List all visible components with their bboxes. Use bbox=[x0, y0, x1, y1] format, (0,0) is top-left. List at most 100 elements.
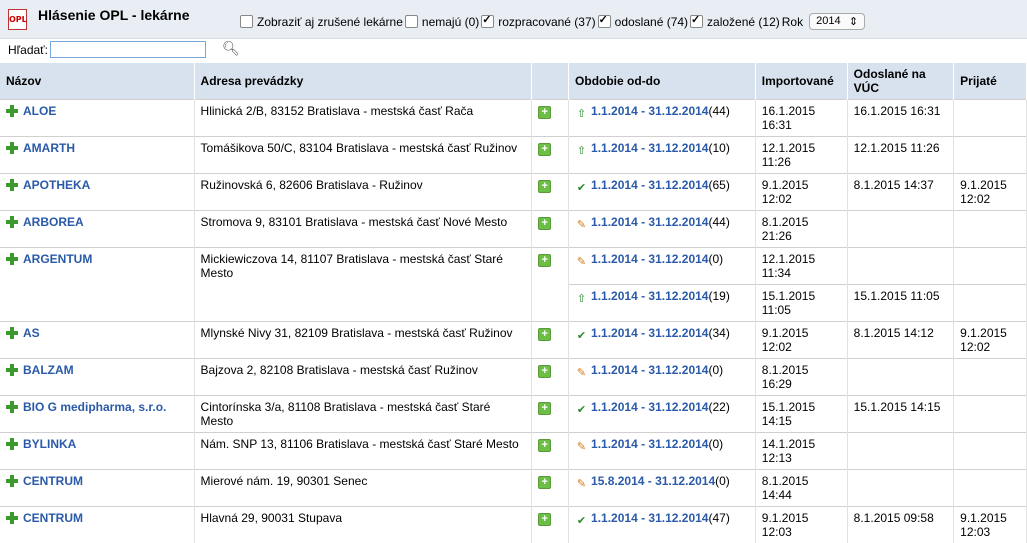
period-link[interactable]: 1.1.2014 - 31.12.2014 bbox=[591, 363, 708, 377]
cell-imported: 12.1.2015 11:34 bbox=[755, 248, 847, 285]
search-input[interactable] bbox=[50, 41, 206, 58]
cell-period: ✎15.8.2014 - 31.12.2014(0) bbox=[569, 470, 756, 507]
cell-address: Nám. SNP 13, 81106 Bratislava - mestská … bbox=[194, 433, 532, 470]
cell-received bbox=[954, 433, 1027, 470]
period-count: (47) bbox=[708, 511, 729, 525]
filter-checkbox-created[interactable] bbox=[690, 15, 703, 28]
filter-checkbox-sent[interactable] bbox=[598, 15, 611, 28]
period-link[interactable]: 1.1.2014 - 31.12.2014 bbox=[591, 252, 708, 266]
plus-icon bbox=[6, 512, 18, 524]
filter-checkbox-cancelled[interactable] bbox=[240, 15, 253, 28]
period-link[interactable]: 1.1.2014 - 31.12.2014 bbox=[591, 326, 708, 340]
period-count: (34) bbox=[708, 326, 729, 340]
cell-received bbox=[954, 396, 1027, 433]
add-report-button[interactable]: + bbox=[538, 439, 551, 452]
add-report-button[interactable]: + bbox=[538, 180, 551, 193]
add-report-button[interactable]: + bbox=[538, 254, 551, 267]
pharmacy-name-link[interactable]: CENTRUM bbox=[23, 474, 83, 488]
pharmacy-name-link[interactable]: ARGENTUM bbox=[23, 252, 92, 266]
plus-icon bbox=[6, 142, 18, 154]
cell-period: ✎1.1.2014 - 31.12.2014(0) bbox=[569, 248, 756, 285]
period-link[interactable]: 1.1.2014 - 31.12.2014 bbox=[591, 511, 708, 525]
add-report-button[interactable]: + bbox=[538, 402, 551, 415]
table-row: ALOE Hlinická 2/B, 83152 Bratislava - mes… bbox=[0, 100, 1027, 137]
filter-checkbox-in-progress[interactable] bbox=[481, 15, 494, 28]
cell-received: 9.1.2015 12:03 bbox=[954, 507, 1027, 543]
column-header-period[interactable]: Obdobie od-do bbox=[569, 63, 756, 100]
period-link[interactable]: 1.1.2014 - 31.12.2014 bbox=[591, 178, 708, 192]
period-link[interactable]: 1.1.2014 - 31.12.2014 bbox=[591, 215, 708, 229]
table-row: CENTRUMHlavná 29, 90031 Stupava+✔1.1.201… bbox=[0, 507, 1027, 543]
cell-imported: 9.1.2015 12:02 bbox=[755, 174, 847, 211]
add-report-button[interactable]: + bbox=[538, 143, 551, 156]
add-report-button[interactable]: + bbox=[538, 365, 551, 378]
edit-report-icon: ✎ bbox=[575, 219, 588, 231]
cell-action: + bbox=[532, 396, 569, 433]
cell-action: + bbox=[532, 211, 569, 248]
page-header: OPL Hlásenie OPL - lekárne Zobraziť aj z… bbox=[0, 0, 1027, 39]
cell-received bbox=[954, 285, 1027, 322]
year-select[interactable]: 2014 ⇕ bbox=[809, 13, 865, 30]
table-header-row: Názov Adresa prevádzky Obdobie od-do Imp… bbox=[0, 63, 1027, 100]
cell-received bbox=[954, 211, 1027, 248]
cell-period: ⇧1.1.2014 - 31.12.2014(19) bbox=[569, 285, 756, 322]
pharmacy-name-link[interactable]: ALOE bbox=[23, 104, 56, 118]
period-count: (0) bbox=[708, 363, 723, 377]
cell-period: ⇧1.1.2014 - 31.12.2014(44) bbox=[569, 100, 756, 137]
cell-received: 9.1.2015 12:02 bbox=[954, 322, 1027, 359]
cell-name: ARGENTUM bbox=[0, 248, 194, 322]
cell-sent: 12.1.2015 11:26 bbox=[847, 137, 953, 174]
search-icon[interactable]: 🔍︎ bbox=[222, 40, 240, 57]
cell-imported: 15.1.2015 14:15 bbox=[755, 396, 847, 433]
cell-received: 9.1.2015 12:02 bbox=[954, 174, 1027, 211]
cell-sent: 8.1.2015 09:58 bbox=[847, 507, 953, 543]
cell-address: Ružinovská 6, 82606 Bratislava - Ružinov bbox=[194, 174, 532, 211]
filter-checkbox-none[interactable] bbox=[405, 15, 418, 28]
pharmacy-name-link[interactable]: APOTHEKA bbox=[23, 178, 90, 192]
column-header-address[interactable]: Adresa prevádzky bbox=[194, 63, 532, 100]
pharmacy-name-link[interactable]: BIO G medipharma, s.r.o. bbox=[23, 400, 166, 414]
column-header-imported[interactable]: Importované bbox=[755, 63, 847, 100]
filter-label-in-progress: rozpracované (37) bbox=[498, 15, 595, 29]
period-link[interactable]: 1.1.2014 - 31.12.2014 bbox=[591, 400, 708, 414]
cell-imported: 12.1.2015 11:26 bbox=[755, 137, 847, 174]
plus-icon bbox=[6, 179, 18, 191]
column-header-name[interactable]: Názov bbox=[0, 63, 194, 100]
pharmacy-name-link[interactable]: BALZAM bbox=[23, 363, 74, 377]
period-link[interactable]: 15.8.2014 - 31.12.2014 bbox=[591, 474, 715, 488]
cell-name: APOTHEKA bbox=[0, 174, 194, 211]
opl-logo: OPL bbox=[8, 9, 27, 30]
filter-bar: Zobraziť aj zrušené lekárne nemajú (0) r… bbox=[240, 13, 865, 30]
cell-address: Hlavná 29, 90031 Stupava bbox=[194, 507, 532, 543]
period-link[interactable]: 1.1.2014 - 31.12.2014 bbox=[591, 141, 708, 155]
period-count: (0) bbox=[708, 252, 723, 266]
period-count: (44) bbox=[708, 215, 729, 229]
cell-name: ARBOREA bbox=[0, 211, 194, 248]
add-report-button[interactable]: + bbox=[538, 328, 551, 341]
cell-address: Stromova 9, 83101 Bratislava - mestská č… bbox=[194, 211, 532, 248]
period-count: (0) bbox=[708, 437, 723, 451]
cell-imported: 8.1.2015 16:29 bbox=[755, 359, 847, 396]
add-report-button[interactable]: + bbox=[538, 106, 551, 119]
pharmacy-name-link[interactable]: AS bbox=[23, 326, 40, 340]
cell-name: CENTRUM bbox=[0, 507, 194, 543]
add-report-button[interactable]: + bbox=[538, 513, 551, 526]
column-header-sent[interactable]: Odoslané na VÚC bbox=[847, 63, 953, 100]
cell-address: Hlinická 2/B, 83152 Bratislava - mestská… bbox=[194, 100, 532, 137]
period-link[interactable]: 1.1.2014 - 31.12.2014 bbox=[591, 289, 708, 303]
cell-action: + bbox=[532, 322, 569, 359]
plus-icon bbox=[6, 105, 18, 117]
pharmacy-name-link[interactable]: CENTRUM bbox=[23, 511, 83, 525]
add-report-button[interactable]: + bbox=[538, 476, 551, 489]
cell-address: Mlynské Nivy 31, 82109 Bratislava - mest… bbox=[194, 322, 532, 359]
pharmacy-name-link[interactable]: AMARTH bbox=[23, 141, 75, 155]
period-link[interactable]: 1.1.2014 - 31.12.2014 bbox=[591, 104, 708, 118]
pharmacy-name-link[interactable]: ARBOREA bbox=[23, 215, 84, 229]
cell-action: + bbox=[532, 137, 569, 174]
table-row: CENTRUMMierové nám. 19, 90301 Senec+✎15.… bbox=[0, 470, 1027, 507]
pharmacy-name-link[interactable]: BYLINKA bbox=[23, 437, 76, 451]
cell-action: + bbox=[532, 433, 569, 470]
column-header-received[interactable]: Prijaté bbox=[954, 63, 1027, 100]
add-report-button[interactable]: + bbox=[538, 217, 551, 230]
period-link[interactable]: 1.1.2014 - 31.12.2014 bbox=[591, 437, 708, 451]
